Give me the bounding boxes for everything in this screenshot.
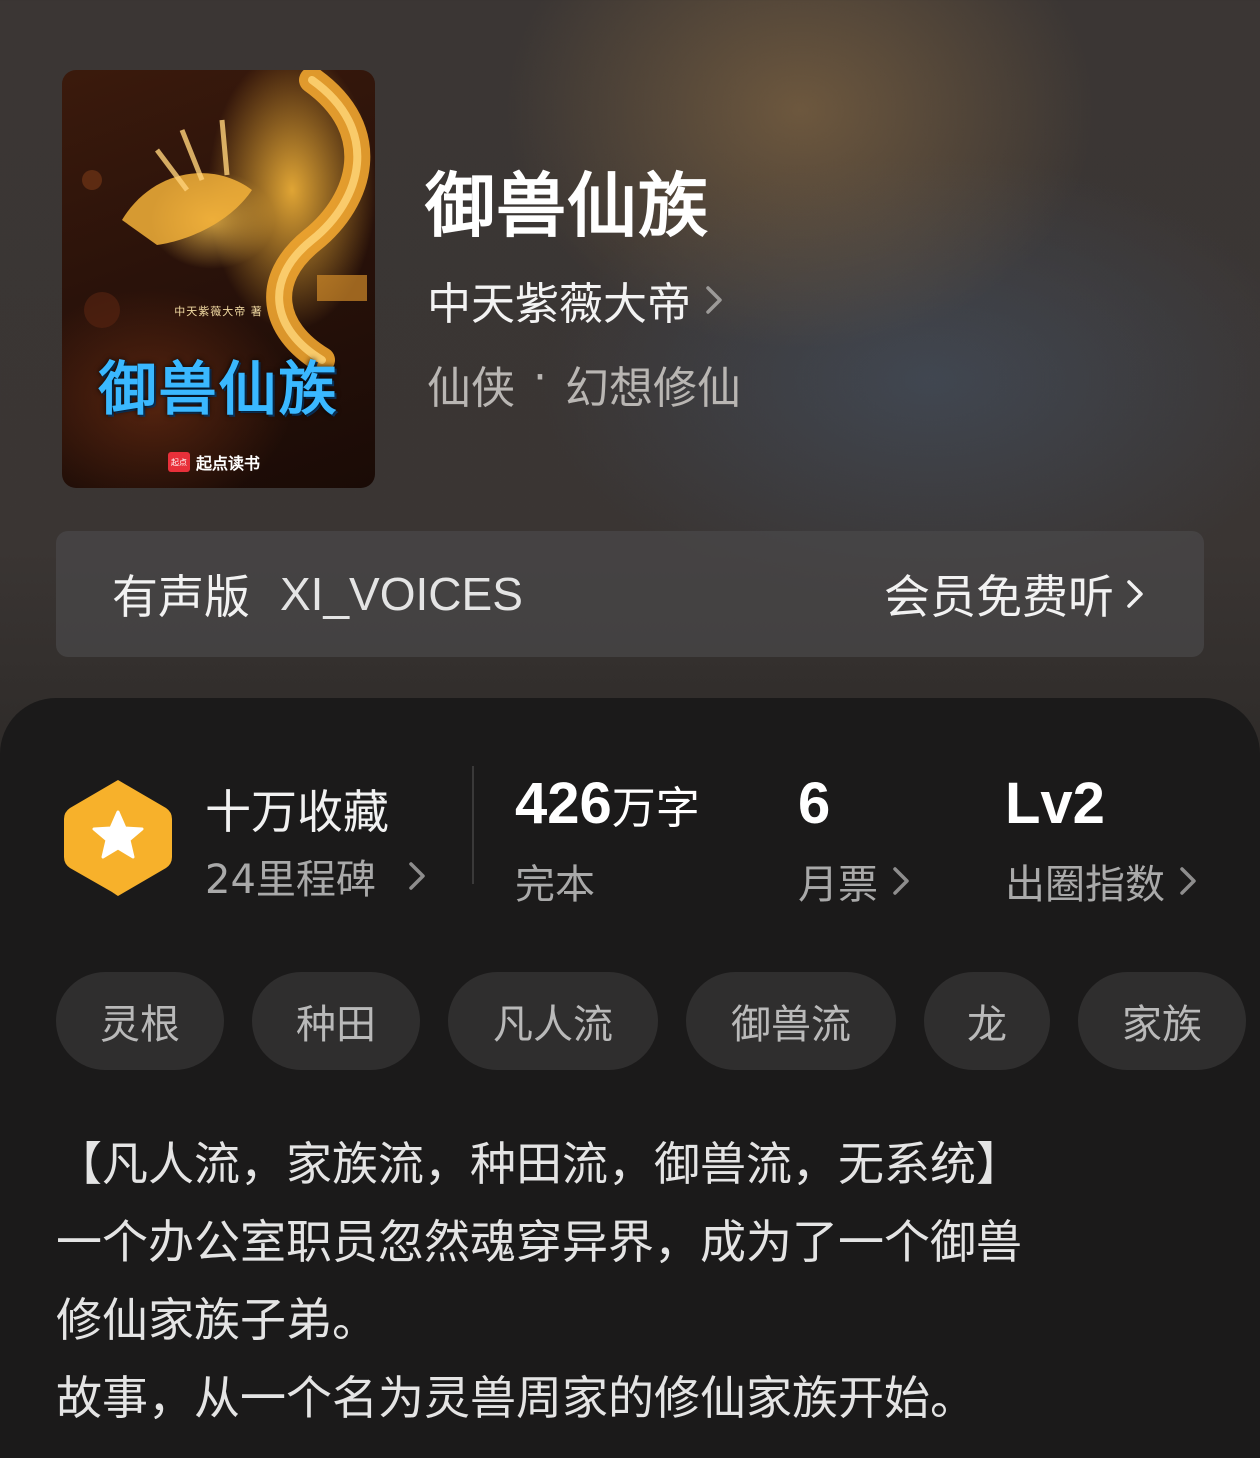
synopsis-line: 一个办公室职员忽然魂穿异界，成为了一个御兽 [56,1215,1022,1269]
member-free-listen-label: 会员免费听 [884,570,1114,624]
member-free-listen-button[interactable]: 会员免费听 [884,561,1144,627]
cover-brand: 起点 起点读书 [168,450,260,474]
collection-badge-icon[interactable] [62,776,174,900]
tag-chip[interactable]: 龙 [924,972,1050,1070]
genre-sub[interactable]: 幻想修仙 [565,352,741,416]
author-name: 中天紫薇大帝 [427,279,691,330]
genre-row: 仙侠 · 幻想修仙 [427,352,741,416]
chevron-right-icon [893,867,909,895]
tag-chip[interactable]: 御兽流 [686,972,896,1070]
synopsis-line: 【凡人流，家族流，种田流，御兽流，无系统】 [56,1137,1022,1191]
cover-author-text: 中天紫薇大帝 著 [174,305,263,318]
tag-chip[interactable]: 灵根 [56,972,224,1070]
tag-list: 灵根 种田 凡人流 御兽流 龙 家族 [56,972,1246,1070]
synopsis[interactable]: 【凡人流，家族流，种田流，御兽流，无系统】 一个办公室职员忽然魂穿异界，成为了一… [56,1125,1206,1437]
completion-status-label: 完本 [515,862,595,908]
audiobook-label: 有声版 [112,570,250,624]
word-count: 426万字 [515,770,700,837]
popularity-index-label: 出圈指数 [1005,862,1165,908]
audiobook-info: 有声版 XI_VOICES [112,561,523,627]
chevron-right-icon [1127,580,1143,608]
synopsis-line: 修仙家族子弟。 [56,1293,378,1347]
synopsis-line: 故事，从一个名为灵兽周家的修仙家族开始。 [56,1371,976,1425]
chevron-right-icon [706,286,722,314]
chevron-right-icon [409,862,425,890]
cover-title-text: 御兽仙族 [98,355,339,423]
chevron-right-icon [1180,867,1196,895]
author-link[interactable]: 中天紫薇大帝 [427,268,723,332]
collection-title: 十万收藏 [205,785,389,839]
cover-brand-text: 起点读书 [196,454,261,473]
popularity-index-link[interactable]: 出圈指数 [1005,852,1197,910]
monthly-tickets-value: 6 [798,771,831,836]
monthly-tickets-link[interactable]: 月票 [798,852,910,910]
word-count-value: 426 [515,771,612,836]
tag-chip[interactable]: 凡人流 [448,972,658,1070]
book-title: 御兽仙族 [425,164,709,247]
genre-separator: · [533,352,547,403]
word-count-unit: 万字 [611,783,700,834]
brand-logo-icon: 起点 [168,452,190,472]
milestone-link[interactable]: 24里程碑 [205,847,426,905]
audiobook-narrator: XI_VOICES [280,568,523,620]
tag-chip[interactable]: 家族 [1078,972,1246,1070]
book-cover[interactable]: 中天紫薇大帝 著 御兽仙族 起点 起点读书 [62,70,375,488]
completion-status: 完本 [515,852,595,910]
genre-main[interactable]: 仙侠 [427,352,515,416]
tag-chip[interactable]: 种田 [252,972,420,1070]
milestone-label: 24里程碑 [205,857,376,903]
monthly-tickets-label: 月票 [798,862,878,908]
popularity-index-value: Lv2 [1005,771,1105,836]
audiobook-bar[interactable]: 有声版 XI_VOICES 会员免费听 [56,531,1204,657]
stats-divider [472,766,474,884]
